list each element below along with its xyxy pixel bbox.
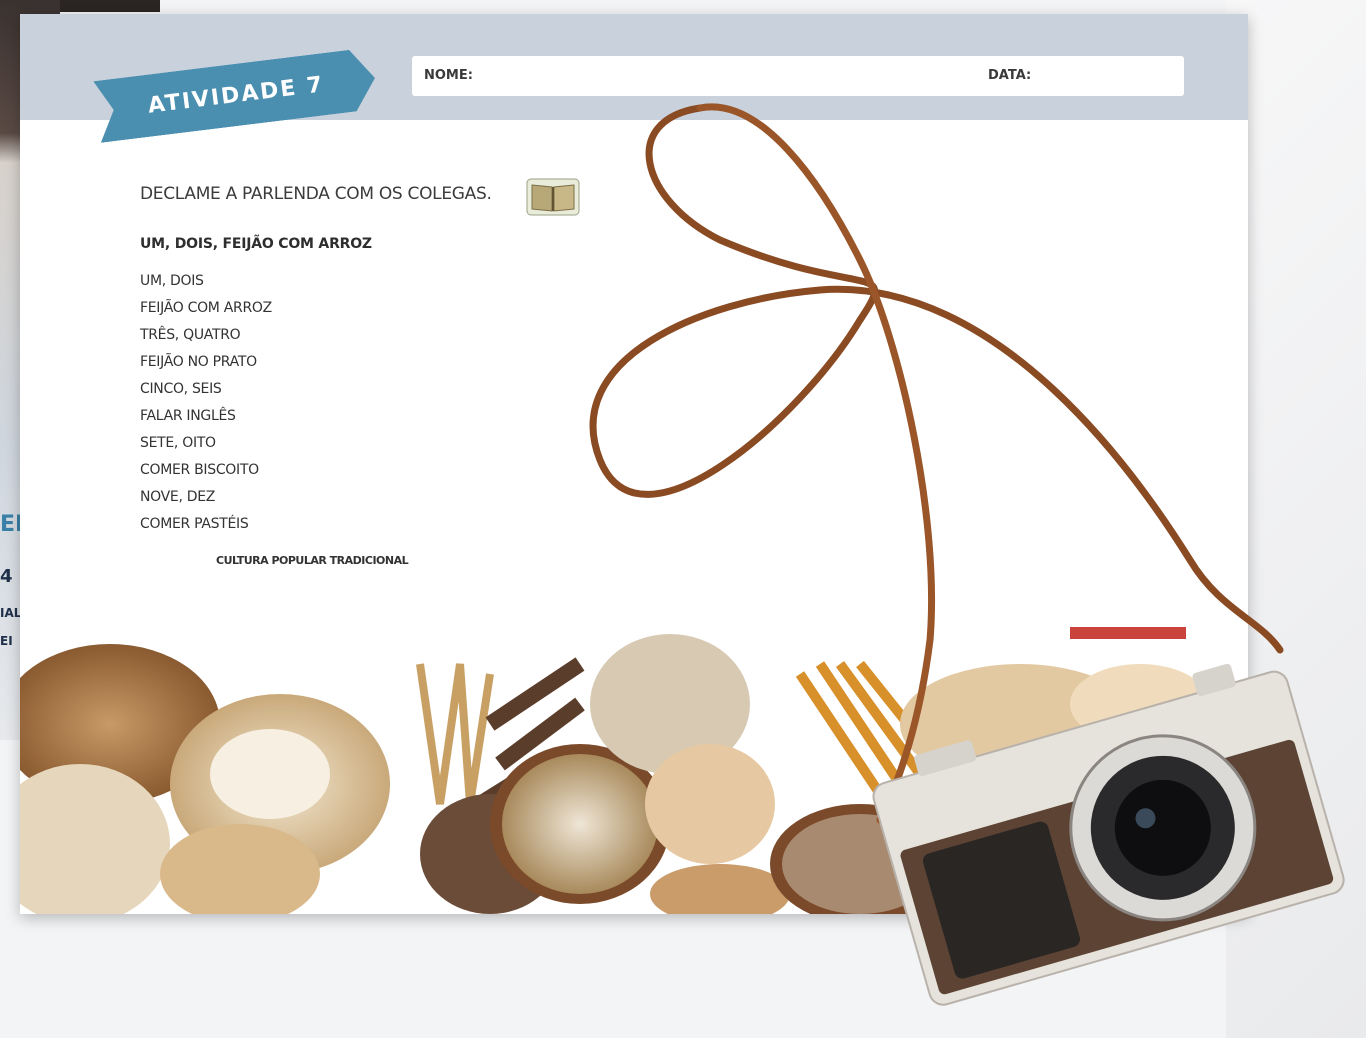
poem-line: TRÊS, QUATRO bbox=[140, 327, 241, 343]
background-book-top bbox=[60, 0, 160, 12]
book-fragment-text: 4 bbox=[0, 566, 13, 587]
activity-title: ATIVIDADE 7 bbox=[146, 71, 326, 119]
poem-title: UM, DOIS, FEIJÃO COM ARROZ bbox=[140, 236, 372, 252]
instruction-text: DECLAME A PARLENDA COM OS COLEGAS. bbox=[140, 184, 492, 204]
poem-line: NOVE, DEZ bbox=[140, 489, 216, 505]
poem-line: UM, DOIS bbox=[140, 273, 204, 289]
poem-lines: UM, DOIS FEIJÃO COM ARROZ TRÊS, QUATRO F… bbox=[140, 268, 272, 538]
poem-line: FALAR INGLÊS bbox=[140, 408, 236, 424]
name-label: NOME: bbox=[424, 68, 473, 83]
name-date-field[interactable]: NOME: DATA: bbox=[412, 56, 1184, 96]
book-fragment-text: EI bbox=[0, 634, 13, 648]
book-fragment-text: IAL bbox=[0, 606, 22, 620]
poem-line: FEIJÃO COM ARROZ bbox=[140, 300, 272, 316]
poem-source: CULTURA POPULAR TRADICIONAL bbox=[216, 554, 409, 567]
poem-line: SETE, OITO bbox=[140, 435, 216, 451]
poem-line: COMER BISCOITO bbox=[140, 462, 259, 478]
poem-line: FEIJÃO NO PRATO bbox=[140, 354, 257, 370]
poem-line: COMER PASTÉIS bbox=[140, 516, 249, 532]
camera-icon bbox=[872, 663, 1345, 1006]
date-label: DATA: bbox=[988, 68, 1032, 83]
poem-line: CINCO, SEIS bbox=[140, 381, 222, 397]
book-icon bbox=[526, 178, 580, 216]
